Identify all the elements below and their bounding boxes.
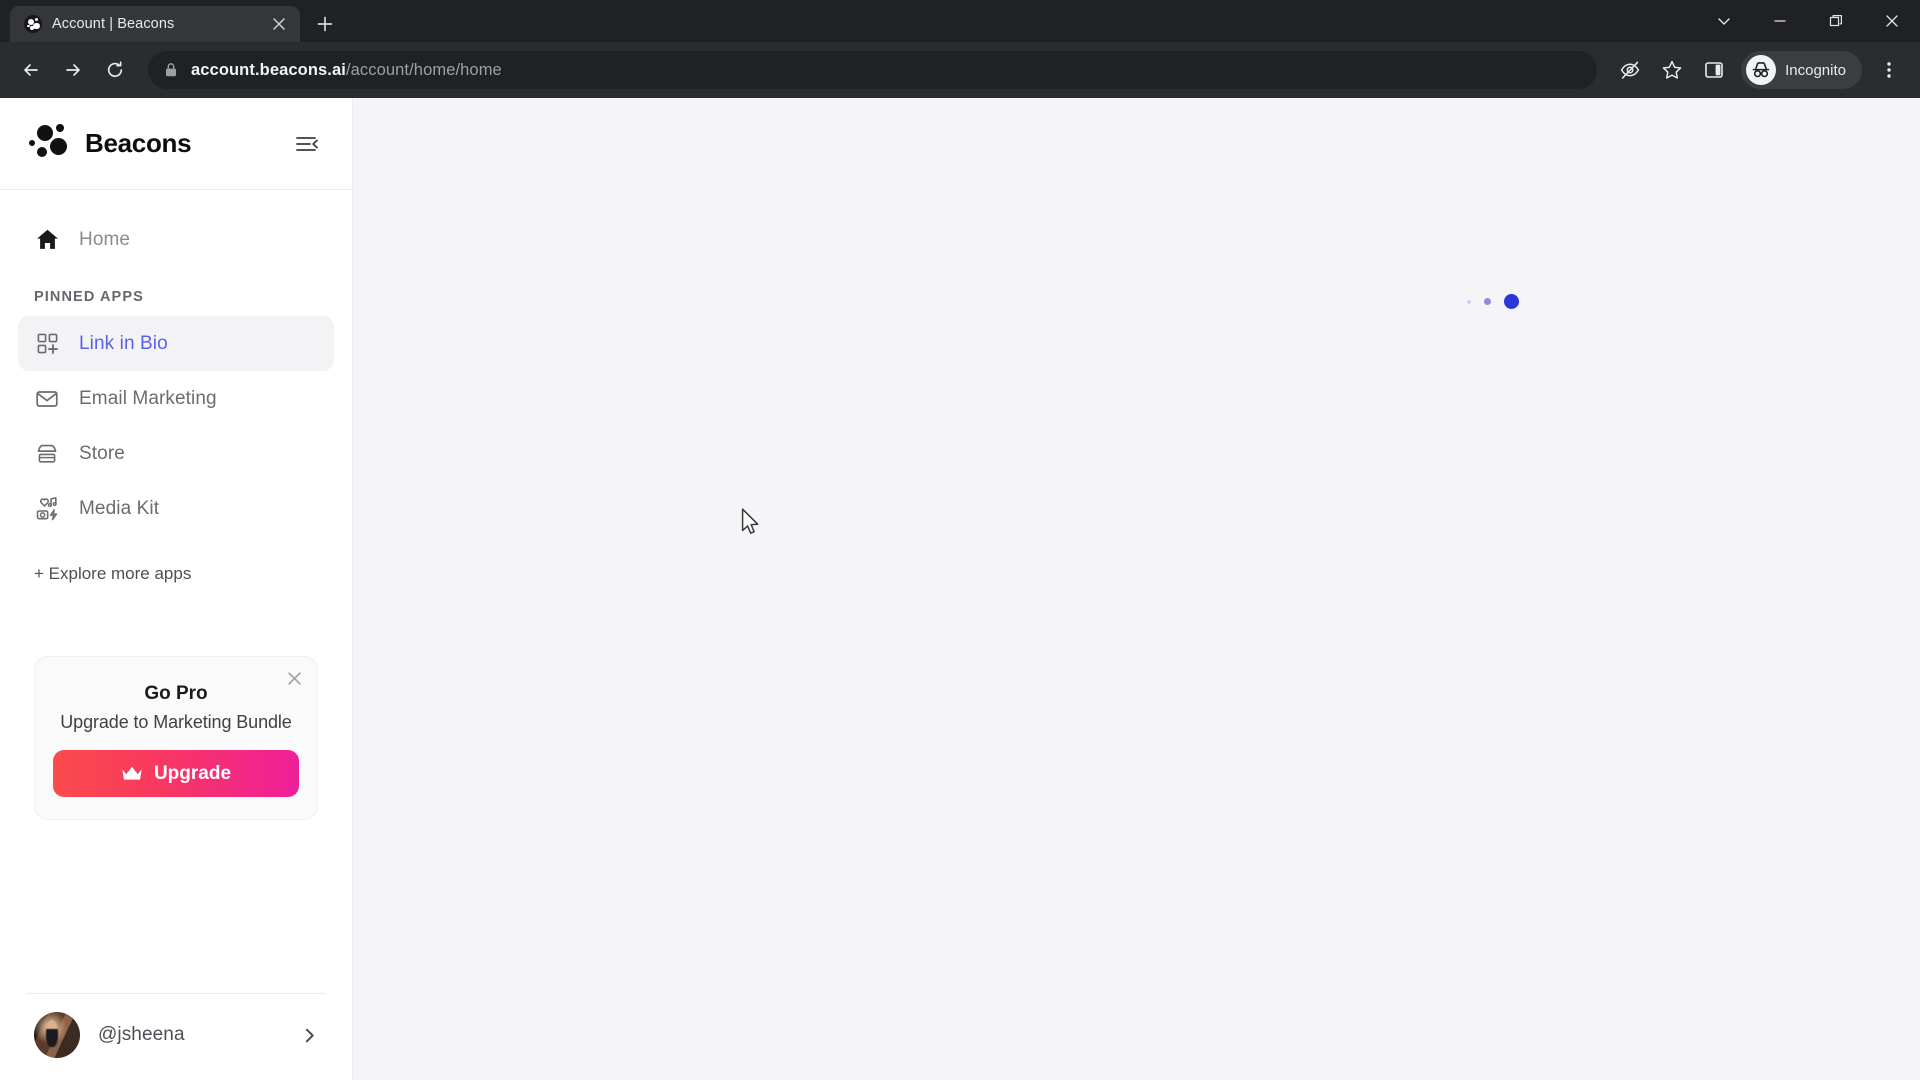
sidebar-item-home[interactable]: Home	[18, 212, 334, 267]
sidebar-item-media-kit[interactable]: Media Kit	[18, 481, 334, 536]
sidebar-item-label: Link in Bio	[79, 332, 168, 354]
account-row[interactable]: @jsheena	[18, 1012, 334, 1058]
lock-icon	[164, 62, 178, 78]
minimize-button[interactable]	[1752, 0, 1808, 42]
tab-strip: Account | Beacons	[0, 0, 1920, 42]
eye-off-icon[interactable]	[1611, 51, 1649, 89]
account-username: @jsheena	[98, 1024, 185, 1045]
tab-search-button[interactable]	[1696, 0, 1752, 42]
beacons-dots-logo	[28, 123, 72, 165]
new-tab-button[interactable]	[308, 7, 342, 41]
go-pro-title: Go Pro	[144, 683, 208, 704]
sidebar-footer: @jsheena	[0, 993, 352, 1080]
avatar	[34, 1012, 80, 1058]
home-icon	[34, 227, 60, 253]
explore-more-apps-link[interactable]: + Explore more apps	[18, 564, 334, 584]
loading-dot	[1504, 294, 1519, 309]
url-domain: account.beacons.ai	[191, 60, 346, 79]
loading-dot	[1484, 298, 1491, 305]
reload-button[interactable]	[96, 51, 134, 89]
forward-button[interactable]	[54, 51, 92, 89]
profile-label: Incognito	[1785, 61, 1846, 79]
star-icon[interactable]	[1653, 51, 1691, 89]
sidebar-item-label: Store	[79, 442, 125, 464]
crown-icon	[121, 765, 143, 782]
address-bar[interactable]: account.beacons.ai/account/home/home	[148, 51, 1598, 89]
sidebar-nav: Home PINNED APPS Link in Bio Email Marke…	[0, 190, 352, 993]
sidebar-item-label: Email Marketing	[79, 387, 217, 409]
page-viewport: Beacons Home PINNED APPS Link in Bio Ema…	[0, 98, 1920, 1080]
window-controls	[1696, 0, 1920, 42]
collapse-sidebar-icon[interactable]	[292, 129, 322, 159]
close-icon[interactable]	[268, 13, 290, 35]
close-icon[interactable]	[283, 667, 305, 689]
sidebar-item-email-marketing[interactable]: Email Marketing	[18, 371, 334, 426]
sidebar-item-label: Media Kit	[79, 497, 160, 519]
envelope-icon	[34, 386, 60, 412]
brand-logo[interactable]: Beacons	[28, 123, 192, 165]
incognito-hat-icon	[1746, 55, 1777, 85]
divider	[26, 993, 326, 994]
go-pro-subtitle: Upgrade to Marketing Bundle	[60, 712, 292, 732]
chevron-right-icon	[301, 1027, 318, 1044]
three-dot-menu-icon[interactable]	[1870, 51, 1908, 89]
side-panel-icon[interactable]	[1695, 51, 1733, 89]
browser-toolbar: account.beacons.ai/account/home/home Inc…	[0, 42, 1920, 98]
toolbar-actions: Incognito	[1611, 51, 1908, 89]
sidebar-item-store[interactable]: Store	[18, 426, 334, 481]
beacons-dots-icon	[24, 15, 42, 33]
browser-tab[interactable]: Account | Beacons	[10, 6, 300, 42]
back-button[interactable]	[12, 51, 50, 89]
brand-name: Beacons	[85, 128, 192, 158]
main-content	[353, 98, 1920, 1080]
loading-dot	[1467, 299, 1471, 304]
pinned-apps-label: PINNED APPS	[34, 289, 144, 305]
sidebar-item-label: Home	[79, 228, 131, 250]
profile-chip[interactable]: Incognito	[1741, 51, 1862, 89]
three-dot-loading-indicator	[1467, 294, 1519, 309]
app-sidebar: Beacons Home PINNED APPS Link in Bio Ema…	[0, 98, 353, 1080]
url-text: account.beacons.ai/account/home/home	[191, 61, 502, 80]
sidebar-item-link-in-bio[interactable]: Link in Bio	[18, 316, 334, 371]
upgrade-button[interactable]: Upgrade	[53, 750, 299, 797]
mouse-pointer	[741, 508, 763, 543]
close-window-button[interactable]	[1864, 0, 1920, 42]
maximize-button[interactable]	[1808, 0, 1864, 42]
go-pro-card: Go Pro Upgrade to Marketing Bundle Upgra…	[34, 656, 318, 820]
browser-window: Account | Beacons account.beacons.ai/acc…	[0, 0, 1920, 1080]
url-path: /account/home/home	[345, 60, 502, 79]
grid-plus-icon	[34, 331, 60, 357]
sidebar-header: Beacons	[0, 98, 352, 190]
upgrade-button-label: Upgrade	[153, 762, 232, 784]
tab-title: Account | Beacons	[52, 16, 175, 32]
storefront-icon	[34, 441, 60, 467]
media-kit-icon	[34, 496, 60, 522]
